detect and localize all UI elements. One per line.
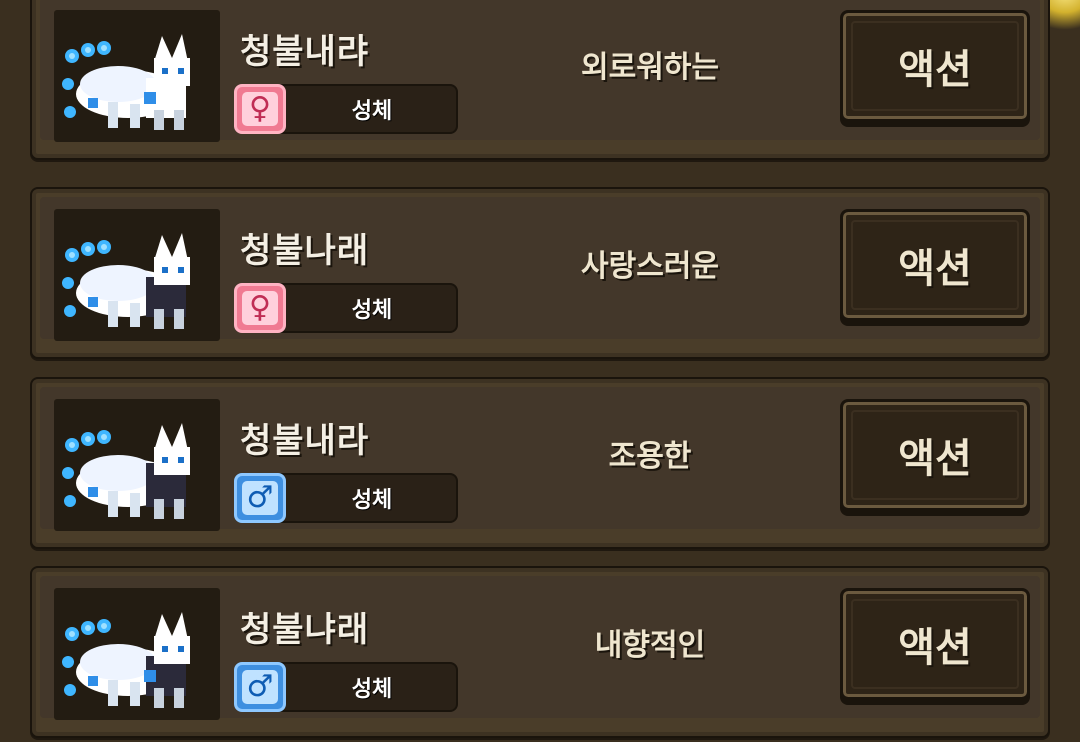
female-symbol-icon: ♀ [234,84,286,134]
action-button[interactable]: 액션 [840,588,1030,700]
pet-name: 청불내라 [240,421,370,461]
pet-portrait[interactable] [54,209,220,341]
gender-stage-box: ♂ 성체 [234,662,458,712]
gender-stage-box: ♀ 성체 [234,283,458,333]
male-symbol-icon: ♂ [234,662,286,712]
growth-stage-label: 성체 [351,99,393,124]
gender-symbol: ♀ [242,92,278,126]
pet-card-inner: 청불냐래 ♂ 성체 내향적인 액션 [40,576,1040,720]
pet-card-inner: 청불내라 ♂ 성체 조용한 액션 [40,387,1040,531]
pet-card: 청불내랴 ♀ 성체 외로워하는 액션 [30,0,1050,160]
gender-symbol: ♀ [242,291,278,325]
female-symbol-icon: ♀ [234,283,286,333]
growth-stage-label: 성체 [351,488,393,513]
pet-card: 청불내라 ♂ 성체 조용한 액션 [30,377,1050,549]
growth-stage-label: 성체 [351,677,393,702]
fox-sprite-icon [62,233,190,329]
action-button-label: 액션 [898,625,972,671]
personality-label: 외로워하는 [581,50,719,85]
personality-label: 사랑스러운 [581,249,719,284]
pet-card: 청불나래 ♀ 성체 사랑스러운 액션 [30,187,1050,359]
personality-label: 내향적인 [594,628,706,663]
pet-card-inner: 청불내랴 ♀ 성체 외로워하는 액션 [40,0,1040,142]
action-button[interactable]: 액션 [840,399,1030,511]
action-button[interactable]: 액션 [840,209,1030,321]
pet-portrait[interactable] [54,10,220,142]
gender-symbol: ♂ [242,670,278,704]
pet-name: 청불내랴 [240,32,370,72]
male-symbol-icon: ♂ [234,473,286,523]
growth-stage-label: 성체 [351,298,393,323]
fox-sprite-icon [62,423,190,519]
pet-name: 청불냐래 [240,610,370,650]
pet-name: 청불나래 [240,231,370,271]
pet-portrait[interactable] [54,399,220,531]
action-button-label: 액션 [898,47,972,93]
pet-card: 청불냐래 ♂ 성체 내향적인 액션 [30,566,1050,738]
pet-portrait[interactable] [54,588,220,720]
personality-label: 조용한 [608,439,692,474]
pet-list: 청불내랴 ♀ 성체 외로워하는 액션 청불나래 ♀ 성체 사랑스러운 액션 청불… [0,0,1080,742]
action-button-label: 액션 [898,246,972,292]
action-button-label: 액션 [898,436,972,482]
pet-card-inner: 청불나래 ♀ 성체 사랑스러운 액션 [40,197,1040,341]
gender-stage-box: ♀ 성체 [234,84,458,134]
fox-sprite-icon [62,612,190,708]
action-button[interactable]: 액션 [840,10,1030,122]
gender-symbol: ♂ [242,481,278,515]
gender-stage-box: ♂ 성체 [234,473,458,523]
fox-sprite-icon [62,34,190,130]
